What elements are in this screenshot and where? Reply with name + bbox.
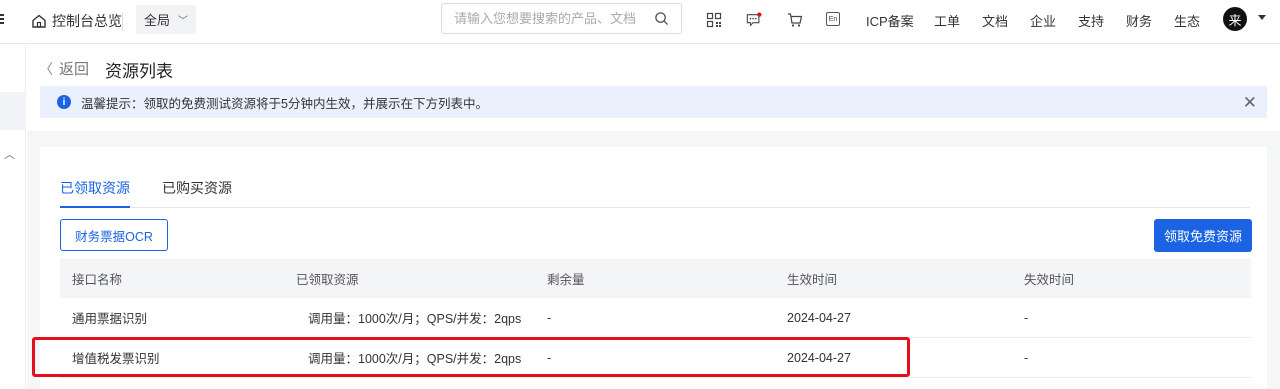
table-cell: - bbox=[547, 310, 552, 325]
tab-claimed-resources[interactable]: 已领取资源 bbox=[60, 178, 130, 208]
table-cell: 调用量：1000次/月；QPS/并发：2qps bbox=[308, 312, 522, 326]
search-icon[interactable] bbox=[654, 11, 669, 26]
column-header: 剩余量 bbox=[547, 273, 585, 287]
notice-banner: i 温馨提示：领取的免费测试资源将于5分钟内生效，并展示在下方列表中。 ✕ bbox=[40, 86, 1267, 118]
language-badge: En bbox=[828, 15, 838, 23]
nav-link-finance[interactable]: 财务 bbox=[1126, 11, 1152, 30]
cart-icon[interactable] bbox=[787, 12, 803, 28]
table-cell: 2024-04-27 bbox=[787, 310, 851, 325]
notice-text: 温馨提示：领取的免费测试资源将于5分钟内生效，并展示在下方列表中。 bbox=[81, 96, 488, 111]
message-icon[interactable] bbox=[746, 12, 762, 28]
nav-link-ticket[interactable]: 工单 bbox=[934, 11, 960, 30]
menu-icon[interactable] bbox=[0, 12, 6, 30]
chevron-down-icon: ﹀ bbox=[178, 16, 189, 27]
nav-link-ecosystem[interactable]: 生态 bbox=[1174, 11, 1200, 30]
table-row: 通用票据识别 调用量：1000次/月；QPS/并发：2qps - 2024-04… bbox=[60, 298, 1251, 338]
back-label: 返回 bbox=[59, 61, 90, 78]
nav-divider bbox=[122, 13, 123, 31]
main-content: 〈 返回 资源列表 i 温馨提示：领取的免费测试资源将于5分钟内生效，并展示在下… bbox=[27, 45, 1280, 389]
chevron-up-icon[interactable]: ︿ bbox=[4, 146, 15, 162]
region-label: 全局 bbox=[144, 13, 171, 28]
table-cell: 增值税发票识别 bbox=[72, 352, 160, 366]
column-header: 失效时间 bbox=[1024, 273, 1075, 287]
chevron-left-icon: 〈 bbox=[39, 60, 53, 77]
tab-bar: 已领取资源 已购买资源 bbox=[60, 178, 1250, 208]
nav-link-icp[interactable]: ICP备案 bbox=[866, 11, 914, 30]
column-header: 接口名称 bbox=[72, 273, 123, 287]
table-cell: - bbox=[1024, 310, 1029, 325]
tab-purchased-resources[interactable]: 已购买资源 bbox=[162, 178, 232, 206]
region-selector[interactable]: 全局 ﹀ bbox=[136, 5, 196, 34]
caret-down-icon[interactable] bbox=[1258, 15, 1266, 20]
table-cell: 调用量：1000次/月；QPS/并发：2qps bbox=[308, 352, 522, 366]
info-icon: i bbox=[57, 95, 71, 109]
console-home-link[interactable]: 控制台总览 bbox=[31, 11, 122, 31]
sidebar: ︿ bbox=[0, 44, 26, 389]
nav-link-docs[interactable]: 文档 bbox=[982, 11, 1008, 30]
top-navigation: 控制台总览 全局 ﹀ En ICP备案 工单 文档 企业 支持 财务 生态 来 bbox=[0, 0, 1280, 44]
sidebar-selected-item[interactable] bbox=[0, 92, 26, 130]
console-home-label: 控制台总览 bbox=[52, 13, 122, 29]
table-header: 接口名称 已领取资源 剩余量 生效时间 失效时间 bbox=[60, 259, 1251, 298]
avatar[interactable]: 来 bbox=[1223, 7, 1247, 31]
table-cell: 通用票据识别 bbox=[72, 312, 148, 326]
table-cell: 2024-04-27 bbox=[787, 350, 851, 365]
qrcode-icon[interactable] bbox=[706, 12, 722, 28]
page-header: 〈 返回 资源列表 i 温馨提示：领取的免费测试资源将于5分钟内生效，并展示在下… bbox=[27, 45, 1280, 131]
claim-free-resource-button[interactable]: 领取免费资源 bbox=[1154, 219, 1252, 252]
search-input[interactable] bbox=[454, 11, 644, 26]
language-icon[interactable]: En bbox=[826, 12, 840, 26]
resource-card: 已领取资源 已购买资源 财务票据OCR 领取免费资源 接口名称 已领取资源 剩余… bbox=[40, 147, 1267, 389]
global-search[interactable] bbox=[441, 3, 682, 34]
table-row: 增值税发票识别 调用量：1000次/月；QPS/并发：2qps - 2024-0… bbox=[60, 338, 1251, 378]
table-cell: - bbox=[547, 350, 552, 365]
nav-link-support[interactable]: 支持 bbox=[1078, 11, 1104, 30]
close-icon[interactable]: ✕ bbox=[1243, 93, 1257, 113]
column-header: 生效时间 bbox=[787, 273, 838, 287]
home-icon bbox=[32, 14, 46, 28]
nav-link-enterprise[interactable]: 企业 bbox=[1030, 11, 1056, 30]
page-title: 资源列表 bbox=[105, 62, 173, 81]
table-cell: - bbox=[1024, 350, 1029, 365]
resource-table: 接口名称 已领取资源 剩余量 生效时间 失效时间 通用票据识别 调用量：1000… bbox=[60, 259, 1251, 378]
column-header: 已领取资源 bbox=[296, 273, 359, 287]
filter-chip-invoice-ocr[interactable]: 财务票据OCR bbox=[60, 219, 168, 251]
back-button[interactable]: 〈 返回 bbox=[39, 58, 89, 79]
